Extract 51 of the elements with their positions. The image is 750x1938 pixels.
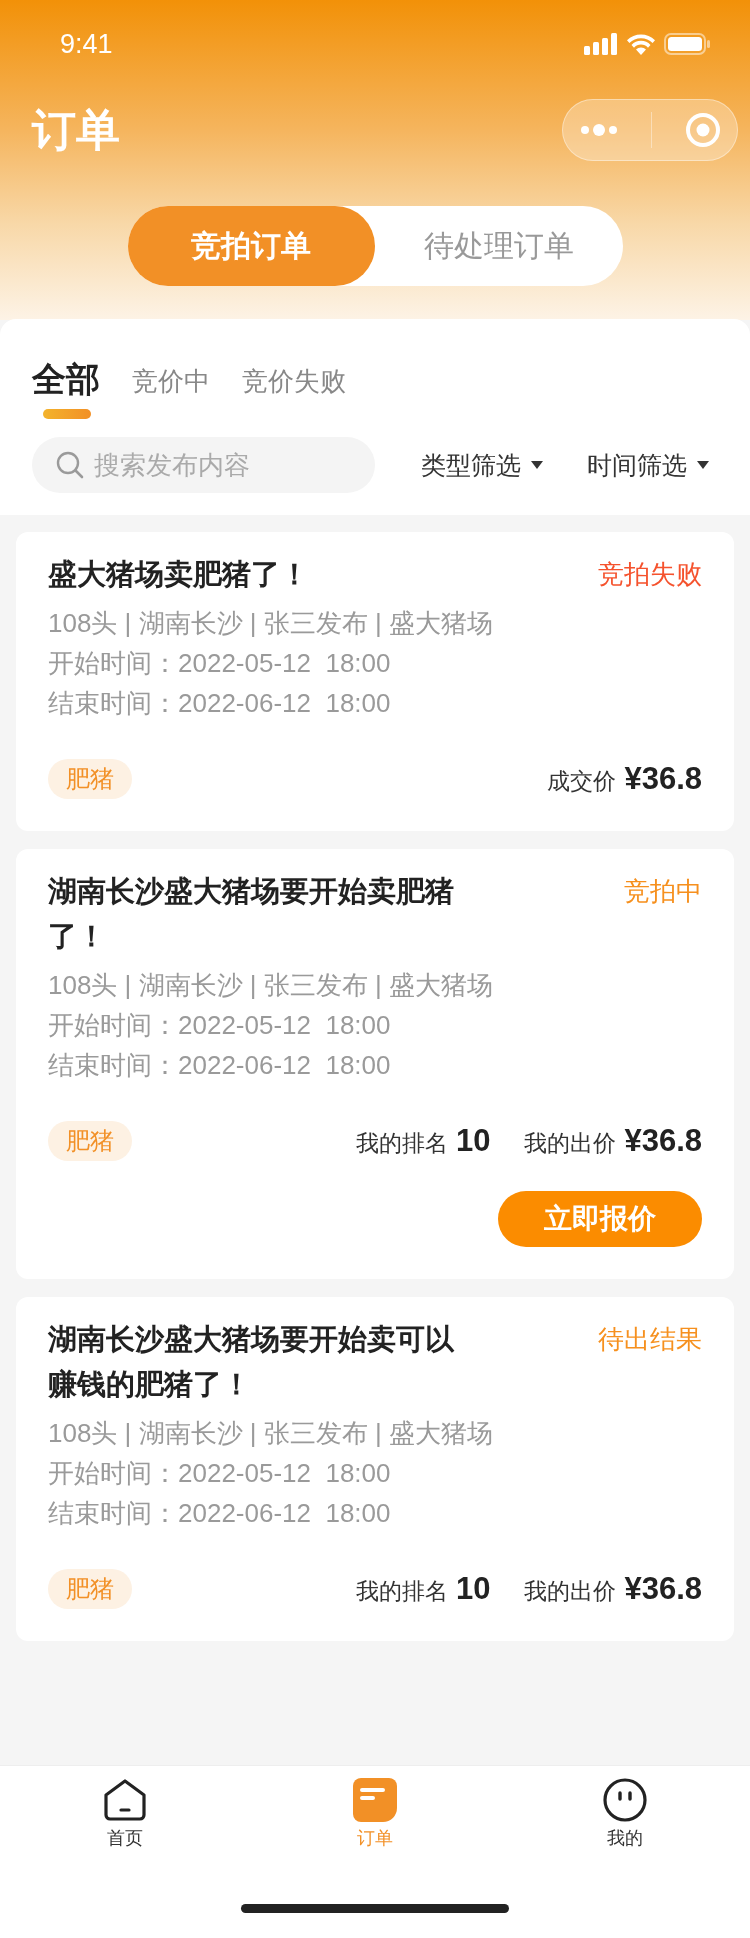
price-value: ¥36.8 bbox=[624, 761, 702, 797]
more-icon[interactable] bbox=[579, 123, 620, 137]
order-icon bbox=[353, 1778, 397, 1822]
face-icon bbox=[603, 1778, 647, 1822]
price-value: ¥36.8 bbox=[624, 1123, 702, 1159]
battery-icon bbox=[664, 33, 710, 55]
status-time: 9:41 bbox=[60, 28, 113, 60]
caret-icon bbox=[531, 461, 543, 469]
order-meta: 108头 | 湖南长沙 | 张三发布 | 盛大猪场 bbox=[48, 1417, 494, 1450]
rank-value: 10 bbox=[455, 1571, 491, 1607]
page-title: 订单 bbox=[32, 103, 120, 156]
category-tag: 肥猪 bbox=[48, 759, 132, 799]
order-title: 盛大猪场卖肥猪了！ bbox=[48, 557, 310, 592]
filter-dropdown[interactable]: 类型筛选 bbox=[421, 448, 543, 482]
filter-tab[interactable]: 竞价失败 bbox=[242, 364, 346, 407]
price-value: ¥36.8 bbox=[624, 1571, 702, 1607]
start-time: 开始时间：2022-05-12 18:00 bbox=[48, 647, 392, 680]
signal-icon bbox=[584, 33, 618, 55]
rank-label: 我的排名 bbox=[355, 1129, 448, 1158]
start-time: 开始时间：2022-05-12 18:00 bbox=[48, 1457, 392, 1490]
home-icon bbox=[103, 1778, 147, 1822]
search-field[interactable]: 搜索发布内容 bbox=[32, 437, 375, 493]
price-label: 我的出价 bbox=[524, 1129, 617, 1158]
order-title: 湖南长沙盛大猪场要开始卖可以赚钱的肥猪了！ bbox=[48, 1322, 456, 1402]
start-time: 开始时间：2022-05-12 18:00 bbox=[48, 1009, 392, 1042]
order-card[interactable]: 湖南长沙盛大猪场要开始卖可以赚钱的肥猪了！ 待出结果 108头 | 湖南长沙 | 张三发布 | 盛大猪场 开始时间：2022-05-12 18:00 结束时间：2022-06-12 18:00 肥猪 我的排名 10 我的出价 ¥36.8 bbox=[16, 1297, 734, 1641]
end-time: 结束时间：2022-06-12 18:00 bbox=[48, 1049, 392, 1082]
caret-icon bbox=[697, 461, 709, 469]
filter-dropdown[interactable]: 时间筛选 bbox=[587, 448, 709, 482]
nav-item[interactable]: 我的 bbox=[500, 1766, 750, 1886]
search-icon bbox=[56, 451, 84, 479]
rank-label: 我的排名 bbox=[355, 1577, 448, 1606]
order-card[interactable]: 盛大猪场卖肥猪了！ 竞拍失败 108头 | 湖南长沙 | 张三发布 | 盛大猪场 开始时间：2022-05-12 18:00 结束时间：2022-06-12 18:00 肥猪 成交价 ¥36.8 bbox=[16, 532, 734, 831]
order-card[interactable]: 湖南长沙盛大猪场要开始卖肥猪了！ 竞拍中 108头 | 湖南长沙 | 张三发布 | 盛大猪场 开始时间：2022-05-12 18:00 结束时间：2022-06-12 18:00 肥猪 我的排名 10 我的出价 ¥36.8 立即报价 bbox=[16, 849, 734, 1279]
order-meta: 108头 | 湖南长沙 | 张三发布 | 盛大猪场 bbox=[48, 969, 494, 1002]
order-status: 竞拍失败 bbox=[598, 558, 702, 591]
order-title: 湖南长沙盛大猪场要开始卖肥猪了！ bbox=[48, 874, 455, 954]
nav-item[interactable]: 首页 bbox=[0, 1766, 250, 1886]
order-meta: 108头 | 湖南长沙 | 张三发布 | 盛大猪场 bbox=[48, 607, 494, 640]
wifi-icon bbox=[626, 33, 656, 55]
order-status: 竞拍中 bbox=[624, 875, 702, 908]
price-label: 成交价 bbox=[547, 767, 617, 796]
rank-value: 10 bbox=[455, 1123, 491, 1159]
category-tag: 肥猪 bbox=[48, 1121, 132, 1161]
order-status: 待出结果 bbox=[598, 1323, 702, 1356]
filter-tab[interactable]: 全部 bbox=[32, 357, 100, 421]
price-label: 我的出价 bbox=[524, 1577, 617, 1606]
filter-tab[interactable]: 竞价中 bbox=[132, 364, 210, 407]
end-time: 结束时间：2022-06-12 18:00 bbox=[48, 1497, 392, 1530]
end-time: 结束时间：2022-06-12 18:00 bbox=[48, 687, 392, 720]
category-tag: 肥猪 bbox=[48, 1569, 132, 1609]
